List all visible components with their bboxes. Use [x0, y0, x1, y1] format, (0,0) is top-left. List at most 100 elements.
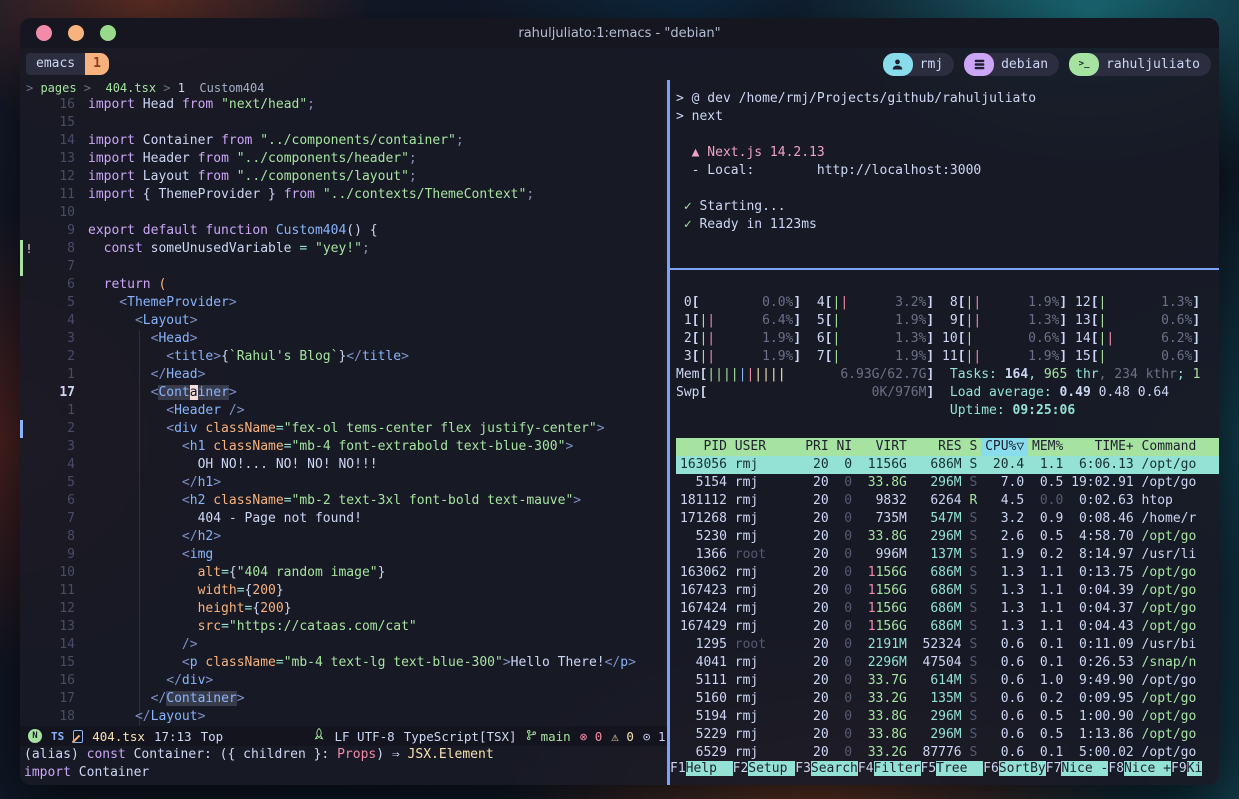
process-row[interactable]: 5230rmj20033.8G296MS2.60.54:58.70/opt/go [676, 528, 1219, 546]
column-header-pid[interactable]: PID [680, 438, 727, 456]
code-line[interactable]: 6 return ( [20, 276, 667, 294]
gutter-spacer [20, 222, 35, 240]
terminal-pane[interactable]: > @ dev /home/rmj/Projects/github/rahulj… [670, 80, 1219, 268]
code-line[interactable]: 9 <img [20, 546, 667, 564]
terminal-line: > @ dev /home/rmj/Projects/github/rahulj… [676, 90, 1219, 108]
code-line[interactable]: 1 <Header /> [20, 402, 667, 420]
fkey-f2[interactable]: F2Setup [733, 761, 796, 776]
code-line[interactable]: 7 404 - Page not found! [20, 510, 667, 528]
breadcrumb[interactable]: > pages > 404.tsx > 1 Custom404 [20, 80, 667, 96]
column-header-command[interactable]: Command [1142, 438, 1219, 456]
code-line[interactable]: 12import Layout from "../components/layo… [20, 168, 667, 186]
column-header-s[interactable]: S [969, 438, 977, 456]
code-line[interactable]: 6 <h2 className="mb-2 text-3xl font-bold… [20, 492, 667, 510]
process-row[interactable]: 5160rmj20033.2G135MS0.60.20:09.95/opt/go [676, 690, 1219, 708]
code-line[interactable]: 10 alt={"404 random image"} [20, 564, 667, 582]
code-line[interactable]: 1 </Head> [20, 366, 667, 384]
code-line[interactable]: 10 [20, 204, 667, 222]
git-branch[interactable]: main [526, 729, 571, 744]
process-row[interactable]: 5194rmj20033.8G296MS0.60.51:00.90/opt/go [676, 708, 1219, 726]
fkey-f4[interactable]: F4Filter [858, 761, 921, 776]
code-line[interactable]: 8 </h2> [20, 528, 667, 546]
process-row[interactable]: 1366root200996M137MS1.90.28:14.97/usr/li [676, 546, 1219, 564]
cpu-meter-row: 3[||1.9%]7[|1.9%]11[||1.9%]15[|0.6%] [676, 348, 1219, 366]
code-line[interactable]: 3 <h1 className="mb-4 font-extrabold tex… [20, 438, 667, 456]
eol-encoding: LF UTF-8 [334, 729, 394, 744]
fkey-f6[interactable]: F6SortBy [983, 761, 1046, 776]
code-text: import Head from "next/head"; [88, 96, 315, 114]
code-line[interactable]: 9export default function Custom404() { [20, 222, 667, 240]
fkey-f3[interactable]: F3Search [795, 761, 858, 776]
column-header-ni[interactable]: NI [836, 438, 852, 456]
column-header-time[interactable]: TIME+ [1071, 438, 1134, 456]
code-line[interactable]: 14 /> [20, 636, 667, 654]
code-line[interactable]: !8 const someUnusedVariable = "yey!"; [20, 240, 667, 258]
code-line[interactable]: 17 <Container> [20, 384, 667, 402]
gutter-marker [20, 258, 35, 276]
code-line[interactable]: 5 <ThemeProvider> [20, 294, 667, 312]
code-line[interactable]: 13import Header from "../components/head… [20, 150, 667, 168]
code-line[interactable]: 4 OH NO!... NO! NO! NO!!! [20, 456, 667, 474]
line-number: 12 [35, 600, 88, 618]
fkey-f5[interactable]: F5Tree [921, 761, 984, 776]
code-line[interactable]: 15 [20, 114, 667, 132]
status-pill-user: rmj [883, 53, 954, 76]
code-text: <div className="fex-ol tems-center flex … [88, 420, 605, 438]
code-line[interactable]: 18 </Layout> [20, 708, 667, 726]
line-number: 14 [35, 132, 88, 150]
code-text: <h1 className="mb-4 font-extrabold text-… [88, 438, 573, 456]
gutter-spacer [20, 132, 35, 150]
diagnostics-warnings[interactable]: ⚠ 0 [611, 729, 634, 744]
code-line[interactable]: 3 <Head> [20, 330, 667, 348]
line-number: 9 [35, 546, 88, 564]
code-text: <Layout> [88, 312, 198, 330]
tmux-window-tab[interactable]: emacs 1 [26, 53, 109, 75]
code-line[interactable]: 17 </Container> [20, 690, 667, 708]
code-line[interactable]: 16import Head from "next/head"; [20, 96, 667, 114]
process-row[interactable]: 163062rmj2001156G686MS1.31.10:13.75/opt/… [676, 564, 1219, 582]
process-row[interactable]: 181112rmj20098326264R4.50.00:02.63htop [676, 492, 1219, 510]
column-header-res[interactable]: RES [915, 438, 962, 456]
column-header-virt[interactable]: VIRT [860, 438, 907, 456]
fkey-f7[interactable]: F7Nice - [1046, 761, 1109, 776]
code-line[interactable]: 5 </h1> [20, 474, 667, 492]
process-row[interactable]: 5111rmj20033.7G614MS0.61.09:49.90/opt/go [676, 672, 1219, 690]
diagnostics-info[interactable]: ⊙ 1 [643, 729, 666, 744]
column-header-cpu[interactable]: CPU%▽ [981, 438, 1028, 456]
process-row[interactable]: 167424rmj2001156G686MS1.31.10:04.37/opt/… [676, 600, 1219, 618]
code-line[interactable]: 11 width={200} [20, 582, 667, 600]
process-row[interactable]: 163056rmj2001156G686MS20.41.16:06.13/opt… [676, 456, 1219, 474]
code-line[interactable]: 11import { ThemeProvider } from "../cont… [20, 186, 667, 204]
scroll-position: Top [201, 729, 224, 744]
process-row[interactable]: 5229rmj20033.8G296MS0.60.51:13.86/opt/go [676, 726, 1219, 744]
process-row[interactable]: 5154rmj20033.8G296MS7.00.519:02.91/opt/g… [676, 474, 1219, 492]
code-line[interactable]: 7 [20, 258, 667, 276]
line-number: 6 [35, 276, 88, 294]
process-header[interactable]: PID USER PRI NI VIRT RES SCPU%▽MEM% TIME+ Comman… [676, 438, 1219, 456]
code-line[interactable]: 15 <p className="mb-4 text-lg text-blue-… [20, 654, 667, 672]
process-row[interactable]: 4041rmj2002296M47504S0.60.10:26.53/snap/… [676, 654, 1219, 672]
process-row[interactable]: 167423rmj2001156G686MS1.31.10:04.39/opt/… [676, 582, 1219, 600]
major-mode[interactable]: TypeScript[TSX] [404, 729, 517, 744]
code-area[interactable]: 16import Head from "next/head";1514impor… [20, 96, 667, 726]
code-line[interactable]: 13 src="https://cataas.com/cat" [20, 618, 667, 636]
code-line[interactable]: 2 <div className="fex-ol tems-center fle… [20, 420, 667, 438]
eldoc-signature: (alias) const Container: ({ children }: … [24, 746, 667, 764]
fkey-f1[interactable]: F1Help [670, 761, 733, 776]
code-line[interactable]: 12 height={200} [20, 600, 667, 618]
process-row[interactable]: 6529rmj20033.2G87776S0.60.15:00.02/opt/g… [676, 744, 1219, 762]
code-line[interactable]: 4 <Layout> [20, 312, 667, 330]
fkey-f8[interactable]: F8Nice + [1108, 761, 1171, 776]
line-number: 3 [35, 330, 88, 348]
process-row[interactable]: 1295root2002191M52324S0.60.10:11.09/usr/… [676, 636, 1219, 654]
code-line[interactable]: 14import Container from "../components/c… [20, 132, 667, 150]
column-header-pri[interactable]: PRI [805, 438, 828, 456]
column-header-mem[interactable]: MEM% [1032, 438, 1063, 456]
fkey-f9[interactable]: F9Ki [1171, 761, 1202, 776]
code-line[interactable]: 2 <title>{`Rahul's Blog`}</title> [20, 348, 667, 366]
code-line[interactable]: 16 </div> [20, 672, 667, 690]
process-row[interactable]: 171268rmj200735M547MS3.20.90:08.46/home/… [676, 510, 1219, 528]
column-header-user[interactable]: USER [735, 438, 798, 456]
process-row[interactable]: 167429rmj2001156G686MS1.31.10:04.43/opt/… [676, 618, 1219, 636]
diagnostics-errors[interactable]: ⊗ 0 [580, 729, 603, 744]
